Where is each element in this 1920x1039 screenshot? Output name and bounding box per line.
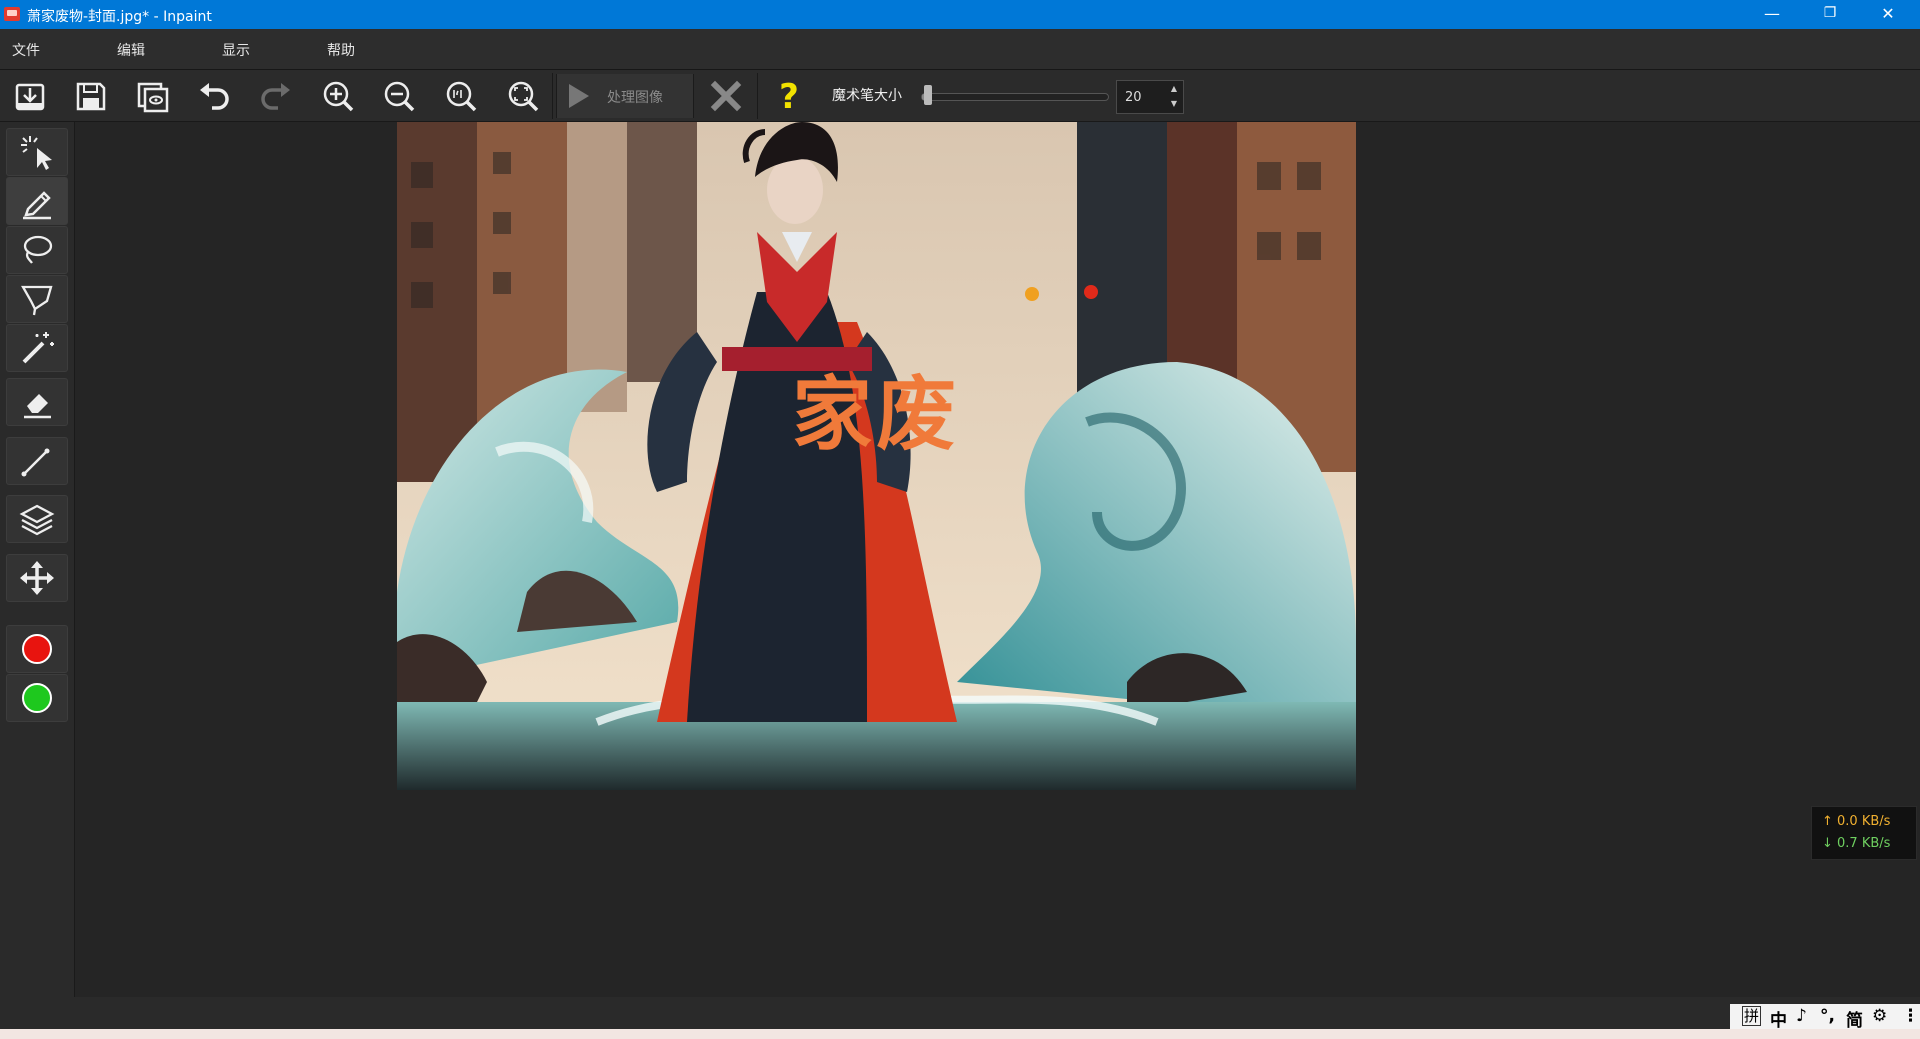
brush-size-label: 魔术笔大小 — [832, 88, 902, 104]
menu-bar: 文件 编辑 显示 帮助 — [0, 29, 1920, 70]
tool-polygon-lasso[interactable] — [6, 275, 68, 323]
app-icon — [4, 7, 20, 21]
polygon-lasso-icon — [21, 285, 53, 316]
spin-up-icon[interactable]: ▲ — [1167, 82, 1181, 96]
tool-magic-select[interactable] — [6, 128, 68, 176]
move-icon — [20, 561, 54, 595]
redo-icon — [261, 83, 290, 110]
minimize-button[interactable]: — — [1743, 0, 1801, 29]
menu-view[interactable]: 显示 — [222, 40, 250, 60]
magic-wand-icon — [22, 332, 54, 364]
zoom-out-icon — [384, 81, 415, 112]
line-icon — [21, 448, 50, 477]
watermark-text: 家废 — [792, 367, 960, 461]
lasso-icon — [23, 235, 53, 264]
ime-punctuation-icon[interactable]: °, — [1820, 1006, 1835, 1026]
ime-chinese-mode[interactable]: 中 — [1770, 1006, 1787, 1031]
toolbar-separator — [552, 73, 553, 119]
save-button[interactable] — [71, 76, 111, 116]
upload-speed: ↑ 0.0 KB/s — [1822, 814, 1891, 829]
tool-red-marker[interactable] — [6, 625, 68, 673]
zoom-in-icon — [323, 81, 354, 112]
save-copy-button[interactable] — [133, 76, 173, 116]
process-image-label: 处理图像 — [607, 90, 663, 106]
taskbar-edge — [0, 1029, 1920, 1039]
tool-lasso[interactable] — [6, 226, 68, 274]
cancel-icon — [710, 80, 742, 112]
tool-move[interactable] — [6, 554, 68, 602]
maximize-button[interactable]: ❐ — [1801, 0, 1859, 29]
zoom-out-button[interactable] — [379, 76, 419, 116]
green-marker-icon — [22, 683, 52, 713]
tool-layers[interactable] — [6, 495, 68, 543]
red-marker-icon — [22, 634, 52, 664]
image-canvas[interactable]: 家废 — [397, 122, 1356, 790]
actual-size-button[interactable] — [441, 76, 481, 116]
play-icon — [569, 84, 589, 108]
toolbar-separator — [757, 73, 758, 119]
help-button[interactable]: ? — [769, 76, 809, 117]
ime-toolbar: 拼 中 ♪ °, 简 ⚙ ⋮ — [1730, 1004, 1920, 1031]
brush-size-slider-thumb[interactable] — [924, 85, 932, 105]
tool-magic-wand[interactable] — [6, 324, 68, 372]
ime-more-icon[interactable]: ⋮ — [1902, 1006, 1919, 1026]
status-bar — [0, 997, 1920, 1029]
tool-line[interactable] — [6, 437, 68, 485]
ime-simplified-mode[interactable]: 简 — [1846, 1006, 1863, 1031]
open-icon — [15, 83, 45, 111]
actual-size-icon — [446, 81, 477, 112]
brush-size-spinbox[interactable]: ▲ ▼ — [1116, 80, 1184, 114]
tool-marker[interactable] — [6, 177, 68, 225]
save-copy-icon — [137, 82, 169, 113]
toolbar: 处理图像 ? 魔术笔大小 ▲ ▼ — [0, 70, 1920, 122]
save-icon — [76, 82, 106, 111]
open-button[interactable] — [10, 76, 50, 116]
tool-green-marker[interactable] — [6, 674, 68, 722]
download-speed: ↓ 0.7 KB/s — [1822, 836, 1891, 851]
marker-icon — [23, 191, 51, 220]
close-button[interactable]: ✕ — [1859, 0, 1917, 29]
layers-icon — [19, 504, 55, 536]
fit-screen-icon — [508, 81, 539, 112]
network-speed-widget: ↑ 0.0 KB/s ↓ 0.7 KB/s — [1811, 806, 1917, 860]
brush-size-slider[interactable] — [921, 93, 1109, 101]
title-bar: 萧家废物-封面.jpg* - Inpaint — ❐ ✕ — [0, 0, 1920, 29]
menu-help[interactable]: 帮助 — [327, 40, 355, 60]
ime-settings-icon[interactable]: ⚙ — [1872, 1006, 1887, 1026]
ime-pinyin-icon[interactable]: 拼 — [1742, 1006, 1762, 1026]
ime-moon-icon[interactable]: ♪ — [1796, 1006, 1807, 1026]
spin-down-icon[interactable]: ▼ — [1167, 97, 1181, 111]
menu-file[interactable]: 文件 — [12, 40, 40, 60]
tool-panel — [0, 122, 75, 997]
tool-eraser[interactable] — [6, 378, 68, 426]
eraser-icon — [24, 394, 51, 419]
redo-button[interactable] — [256, 76, 296, 116]
fit-screen-button[interactable] — [503, 76, 543, 116]
window-title: 萧家废物-封面.jpg* - Inpaint — [27, 9, 212, 25]
undo-icon — [200, 83, 229, 110]
undo-button[interactable] — [194, 76, 234, 116]
help-glyph: ? — [779, 77, 799, 116]
brush-size-input[interactable] — [1123, 87, 1161, 107]
zoom-in-button[interactable] — [318, 76, 358, 116]
magic-select-icon — [21, 136, 52, 170]
cancel-button[interactable] — [706, 76, 746, 116]
process-image-button[interactable]: 处理图像 — [556, 74, 694, 118]
menu-edit[interactable]: 编辑 — [117, 40, 145, 60]
help-icon: ? — [779, 77, 799, 117]
